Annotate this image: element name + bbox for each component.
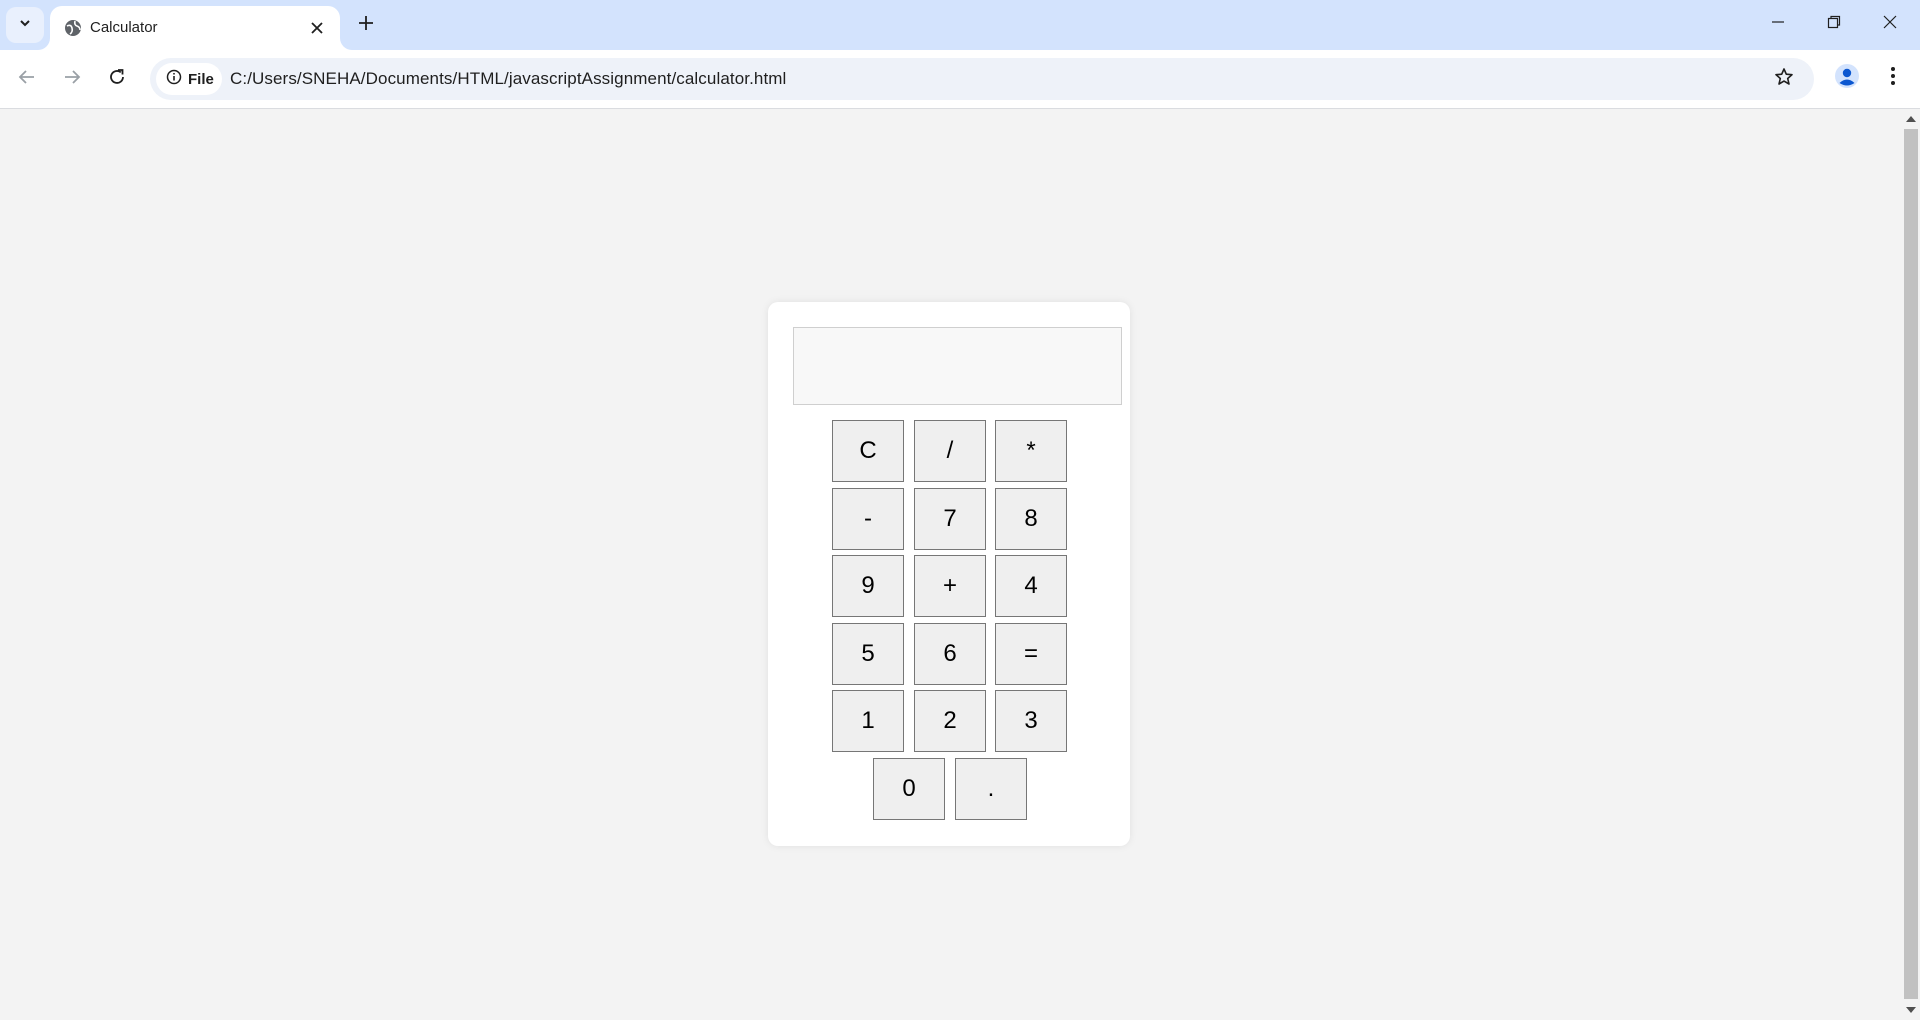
tab-strip: Calculator xyxy=(0,0,1920,50)
digit-3-button[interactable]: 3 xyxy=(995,690,1067,752)
globe-icon xyxy=(63,18,83,38)
avatar-icon xyxy=(1834,63,1860,94)
more-vert-icon xyxy=(1890,66,1896,91)
site-chip-label: File xyxy=(188,70,214,88)
active-tab[interactable]: Calculator xyxy=(50,6,340,50)
digit-9-button[interactable]: 9 xyxy=(832,555,904,617)
star-icon xyxy=(1774,67,1794,92)
calculator: C / * - 7 8 9 + 4 5 6 = 1 2 3 0 . xyxy=(768,302,1130,846)
chevron-down-icon xyxy=(18,16,32,35)
digit-0-button[interactable]: 0 xyxy=(873,758,945,820)
restore-icon xyxy=(1827,15,1841,34)
profile-button[interactable] xyxy=(1830,61,1864,95)
address-bar[interactable]: File C:/Users/SNEHA/Documents/HTML/javas… xyxy=(150,58,1814,100)
digit-2-button[interactable]: 2 xyxy=(914,690,986,752)
subtract-button[interactable]: - xyxy=(832,488,904,550)
forward-button[interactable] xyxy=(55,62,89,96)
digit-1-button[interactable]: 1 xyxy=(832,690,904,752)
scroll-up-arrow-icon[interactable] xyxy=(1906,116,1916,122)
arrow-right-icon xyxy=(63,68,81,91)
digit-6-button[interactable]: 6 xyxy=(914,623,986,685)
new-tab-button[interactable] xyxy=(350,10,382,40)
bookmark-button[interactable] xyxy=(1770,65,1798,93)
plus-icon xyxy=(358,15,374,36)
restore-button[interactable] xyxy=(1806,0,1862,48)
browser-menu-button[interactable] xyxy=(1876,61,1910,95)
digit-5-button[interactable]: 5 xyxy=(832,623,904,685)
reload-icon xyxy=(108,68,126,91)
digit-7-button[interactable]: 7 xyxy=(914,488,986,550)
page-scrollbar[interactable] xyxy=(1902,109,1920,1020)
reload-button[interactable] xyxy=(100,62,134,96)
browser-toolbar: File C:/Users/SNEHA/Documents/HTML/javas… xyxy=(0,50,1920,109)
arrow-left-icon xyxy=(18,68,36,91)
close-icon xyxy=(1883,15,1897,34)
url-text[interactable]: C:/Users/SNEHA/Documents/HTML/javascript… xyxy=(230,69,786,89)
decimal-button[interactable]: . xyxy=(955,758,1027,820)
minimize-icon xyxy=(1771,15,1785,34)
divide-button[interactable]: / xyxy=(914,420,986,482)
scroll-thumb[interactable] xyxy=(1904,129,1918,999)
clear-button[interactable]: C xyxy=(832,420,904,482)
close-window-button[interactable] xyxy=(1862,0,1918,48)
info-icon xyxy=(166,69,182,90)
multiply-button[interactable]: * xyxy=(995,420,1067,482)
calculator-display[interactable] xyxy=(793,327,1122,405)
minimize-button[interactable] xyxy=(1750,0,1806,48)
close-tab-icon[interactable] xyxy=(306,17,328,39)
site-info-chip[interactable]: File xyxy=(156,63,222,95)
equals-button[interactable]: = xyxy=(995,623,1067,685)
scroll-down-arrow-icon[interactable] xyxy=(1906,1007,1916,1013)
digit-4-button[interactable]: 4 xyxy=(995,555,1067,617)
add-button[interactable]: + xyxy=(914,555,986,617)
back-button[interactable] xyxy=(10,62,44,96)
tab-title: Calculator xyxy=(90,19,158,36)
digit-8-button[interactable]: 8 xyxy=(995,488,1067,550)
